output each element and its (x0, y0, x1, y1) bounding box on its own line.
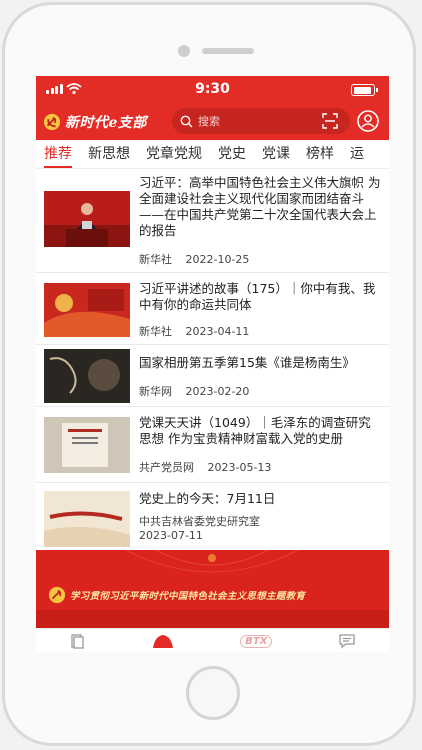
app-header: 新时代e支部 搜索 (36, 104, 389, 140)
news-thumbnail (44, 491, 130, 547)
news-date: 2022-10-25 (185, 253, 250, 266)
battery-icon (351, 84, 378, 96)
document-icon[interactable] (69, 633, 85, 649)
banner-text: 学习贯彻习近平新时代中国特色社会主义思想主题教育 (70, 591, 306, 602)
news-source: 新华社 (139, 325, 172, 338)
news-list: 习近平：高举中国特色社会主义伟大旗帜 为全面建设社会主义现代化国家而团结奋斗——… (36, 169, 389, 551)
category-tabs: 推荐 新思想 党章党规 党史 党课 榜样 运 (36, 140, 389, 169)
app-name: 新时代e支部 (65, 115, 147, 131)
status-time: 9:30 (195, 81, 230, 97)
news-source: 共产党员网 (139, 461, 194, 474)
tab-new-thought[interactable]: 新思想 (80, 143, 138, 168)
news-date: 2023-04-11 (185, 325, 250, 338)
tab-role-model[interactable]: 榜样 (298, 143, 342, 168)
news-source: 中共吉林省委党史研究室 (139, 515, 260, 528)
news-source: 新华社 (139, 253, 172, 266)
search-icon (180, 115, 193, 127)
tab-party-rules[interactable]: 党章党规 (138, 143, 210, 168)
tab-party-lesson[interactable]: 党课 (254, 143, 298, 168)
app-screen: 9:30 新时代e支部 搜索 推荐 新思想 党章党规 党史 党课 榜样 运 习近… (36, 76, 389, 652)
front-camera (178, 45, 190, 57)
news-date: 2023-07-11 (139, 529, 203, 542)
news-thumbnail (44, 283, 130, 337)
news-title: 国家相册第五季第15集《谁是杨南生》 (139, 355, 355, 370)
news-item[interactable]: 习近平：高举中国特色社会主义伟大旗帜 为全面建设社会主义现代化国家而团结奋斗——… (36, 169, 389, 273)
scan-icon[interactable] (322, 113, 338, 129)
news-item[interactable]: 国家相册第五季第15集《谁是杨南生》 新华网 2023-02-20 (36, 345, 389, 407)
news-thumbnail (44, 417, 130, 473)
message-icon[interactable] (338, 633, 356, 649)
search-bar[interactable]: 搜索 (172, 108, 350, 134)
search-placeholder: 搜索 (198, 115, 220, 128)
news-meta: 中共吉林省委党史研究室 2023-07-11 (139, 515, 339, 543)
party-home-icon[interactable] (151, 632, 175, 650)
tab-recommend[interactable]: 推荐 (36, 143, 80, 168)
news-meta: 新华社 2023-04-11 (139, 323, 259, 339)
party-emblem-icon (48, 586, 66, 604)
party-emblem-icon (43, 113, 61, 131)
news-title: 习近平讲述的故事（175）｜你中有我、我中有你的命运共同体 (139, 281, 376, 312)
news-item[interactable]: 习近平讲述的故事（175）｜你中有我、我中有你的命运共同体 新华社 2023-0… (36, 273, 389, 345)
btx-button[interactable]: BTX (240, 634, 273, 648)
speaker-grille (202, 48, 254, 54)
news-title: 党史上的今天：7月11日 (139, 491, 276, 506)
news-meta: 共产党员网 2023-05-13 (139, 459, 281, 475)
news-item[interactable]: 党课天天讲（1049）｜毛泽东的调查研究思想 作为宝贵精神财富载入党的史册 共产… (36, 407, 389, 483)
app-logo: 新时代e支部 (43, 112, 147, 132)
tab-party-history[interactable]: 党史 (210, 143, 254, 168)
news-meta: 新华社 2022-10-25 (139, 251, 259, 267)
news-title: 党课天天讲（1049）｜毛泽东的调查研究思想 作为宝贵精神财富载入党的史册 (139, 415, 371, 446)
news-thumbnail (44, 349, 130, 403)
news-source: 新华网 (139, 385, 172, 398)
news-date: 2023-05-13 (207, 461, 272, 474)
tab-more[interactable]: 运 (342, 143, 372, 168)
news-title: 习近平：高举中国特色社会主义伟大旗帜 为全面建设社会主义现代化国家而团结奋斗——… (139, 175, 381, 238)
btx-label: BTX (245, 635, 268, 647)
phone-frame: 9:30 新时代e支部 搜索 推荐 新思想 党章党规 党史 党课 榜样 运 习近… (2, 2, 416, 746)
news-date: 2023-02-20 (185, 385, 250, 398)
news-item[interactable]: 党史上的今天：7月11日 中共吉林省委党史研究室 2023-07-11 (36, 483, 389, 551)
status-bar: 9:30 (36, 76, 389, 104)
news-thumbnail (44, 191, 130, 247)
home-button[interactable] (186, 666, 240, 720)
bottom-nav: BTX (36, 628, 389, 652)
user-icon[interactable] (357, 110, 379, 132)
news-meta: 新华网 2023-02-20 (139, 383, 259, 399)
promo-banner[interactable]: 学习贯彻习近平新时代中国特色社会主义思想主题教育 (36, 550, 389, 628)
